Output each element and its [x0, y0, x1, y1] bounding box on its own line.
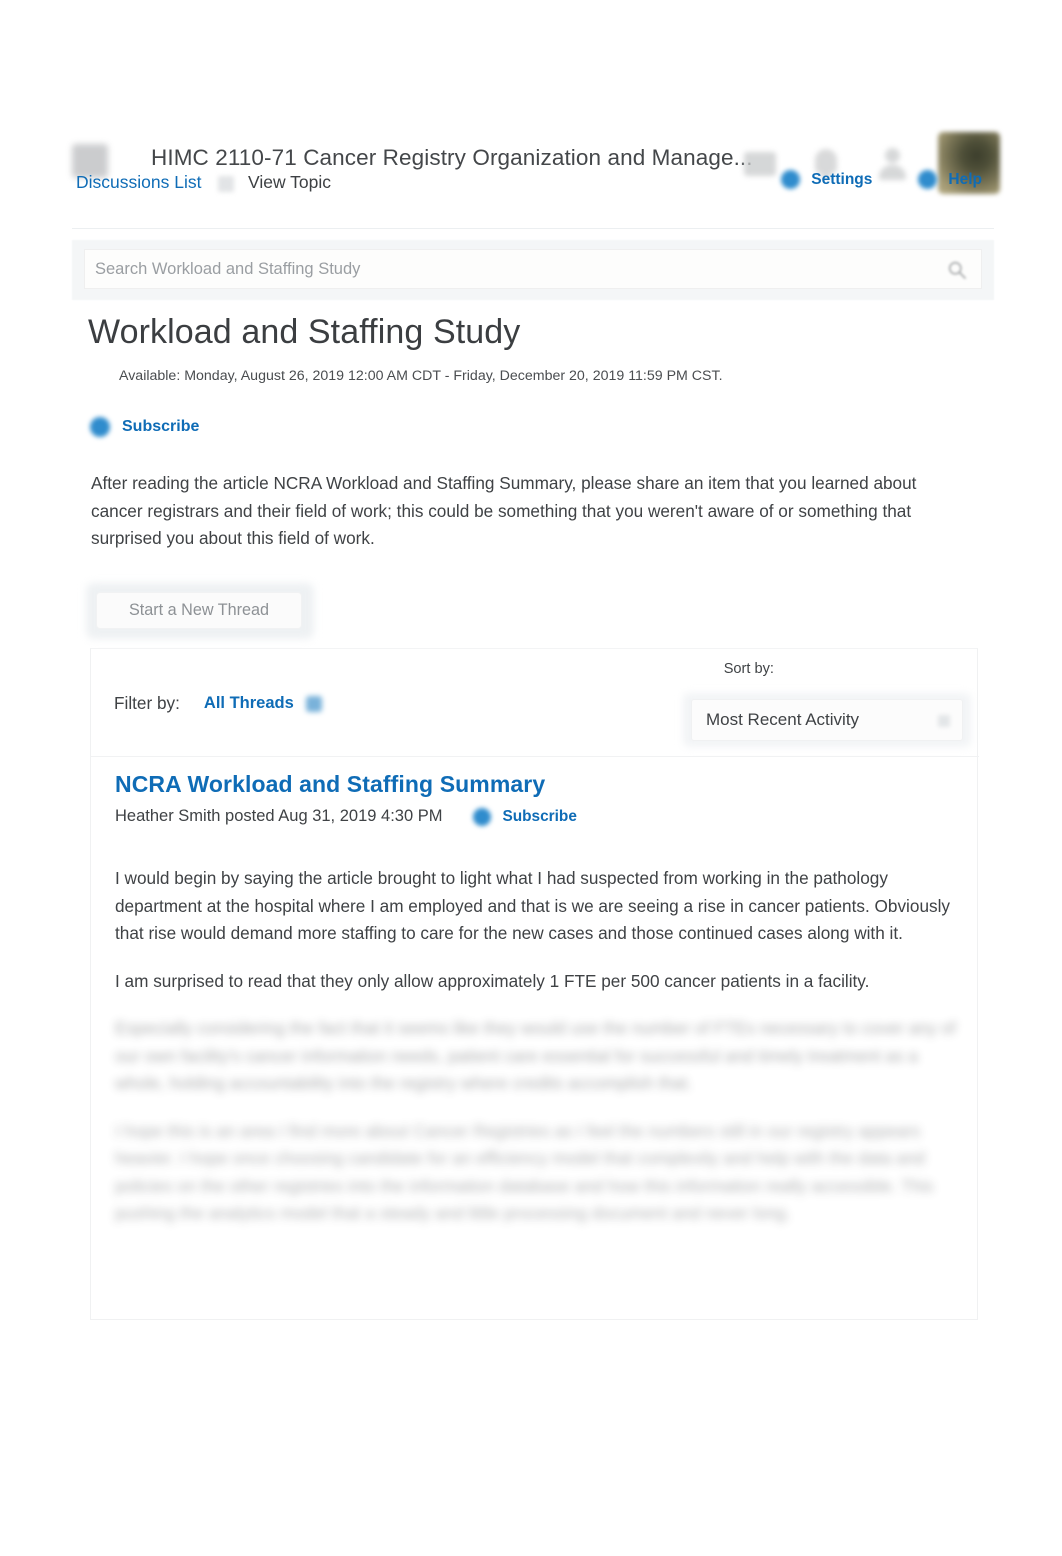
thread-item: NCRA Workload and Staffing Summary Heath… — [91, 757, 979, 1228]
filter-value-all-threads[interactable]: All Threads — [204, 694, 294, 713]
sort-by-label: Sort by: — [723, 661, 774, 677]
availability-text: Available: Monday, August 26, 2019 12:00… — [119, 368, 723, 384]
sort-select-value: Most Recent Activity — [706, 710, 860, 729]
filter-by-label: Filter by: — [114, 693, 180, 713]
thread-meta-row: Heather Smith posted Aug 31, 2019 4:30 P… — [115, 807, 955, 826]
tool-links: Settings Help — [781, 170, 982, 189]
settings-label: Settings — [811, 170, 873, 188]
help-link[interactable]: Help — [918, 170, 982, 189]
thread-title-link[interactable]: NCRA Workload and Staffing Summary — [115, 771, 955, 798]
topic-instructions: After reading the article NCRA Workload … — [91, 473, 917, 548]
thread-subscribe-button[interactable]: Subscribe — [473, 807, 577, 826]
chevron-right-icon — [218, 176, 234, 192]
breadcrumb-discussions-list-link[interactable]: Discussions List — [76, 172, 201, 193]
search-input[interactable] — [95, 259, 915, 279]
sort-select[interactable]: Most Recent Activity — [691, 699, 963, 741]
thread-subscribe-label: Subscribe — [502, 807, 577, 825]
app-bar: HIMC 2110-71 Cancer Registry Organizatio… — [0, 60, 1062, 194]
select-arrow-icon — [938, 715, 950, 727]
threads-card: Filter by: All Threads Sort by: Most Rec… — [90, 648, 979, 1320]
post-paragraph-2: I am surprised to read that they only al… — [115, 970, 870, 991]
page-root: HIMC 2110-71 Cancer Registry Organizatio… — [0, 0, 1062, 1556]
thread-post-body: I would begin by saying the article brou… — [115, 865, 963, 1228]
post-paragraph-4-redacted: I hope this is an area I find more about… — [115, 1120, 934, 1224]
start-new-thread-button[interactable]: Start a New Thread — [96, 592, 302, 629]
subscribe-bell-icon — [473, 807, 492, 826]
post-paragraph-1: I would begin by saying the article brou… — [115, 868, 951, 943]
thread-filter-bar: Filter by: All Threads Sort by: Most Rec… — [91, 649, 979, 757]
help-label: Help — [948, 170, 982, 188]
search-magnifier-icon[interactable] — [947, 260, 967, 280]
topic-subscribe-button[interactable]: Subscribe — [90, 417, 199, 437]
thread-author-meta: Heather Smith posted Aug 31, 2019 4:30 P… — [115, 807, 443, 825]
post-paragraph-3-redacted: Especially considering the fact that it … — [115, 1018, 956, 1093]
breadcrumb-tools-row: Discussions List View Topic Settings Hel… — [0, 168, 1062, 216]
sort-select-wrapper: Most Recent Activity — [683, 693, 971, 747]
subscribe-bell-icon — [90, 417, 110, 437]
help-question-icon — [918, 170, 938, 189]
breadcrumb-view-topic: View Topic — [248, 172, 332, 192]
topic-subscribe-label: Subscribe — [122, 418, 200, 435]
filter-group: Filter by: All Threads — [114, 693, 322, 714]
search-bar[interactable] — [84, 249, 982, 289]
header-divider — [72, 228, 994, 229]
settings-link[interactable]: Settings — [781, 170, 872, 189]
chevron-down-icon[interactable] — [305, 695, 322, 712]
settings-gear-icon — [781, 170, 801, 189]
page-title: Workload and Staffing Study — [88, 313, 521, 351]
